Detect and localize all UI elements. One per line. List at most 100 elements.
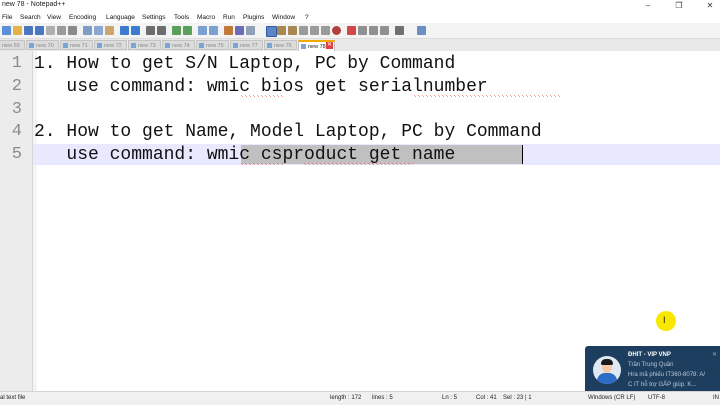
redo-icon[interactable] — [131, 26, 140, 35]
replace-icon[interactable] — [157, 26, 166, 35]
mouse-cursor-highlight: I — [656, 311, 676, 331]
toolbar — [0, 23, 720, 39]
tab-new-72[interactable]: new 72 — [94, 40, 127, 50]
file-icon — [199, 43, 204, 48]
chat-notification[interactable]: ĐHIT - VIP VNP ✕ Trần Trung Quân Hra mã … — [585, 346, 720, 396]
menu-run[interactable]: Run — [223, 14, 235, 21]
save-macro-icon[interactable] — [380, 26, 389, 35]
menu-language[interactable]: Language — [106, 14, 135, 21]
show-all-chars-icon[interactable] — [235, 26, 244, 35]
text-caret — [522, 145, 523, 164]
tab-new-73[interactable]: new 73 — [128, 40, 161, 50]
file-icon — [301, 44, 306, 49]
menu-bar: File Search View Encoding Language Setti… — [0, 12, 720, 23]
undo-icon[interactable] — [120, 26, 129, 35]
zoom-out-icon[interactable] — [183, 26, 192, 35]
line-number: 2 — [11, 77, 22, 96]
status-file-type: al text file — [0, 395, 26, 401]
tab-new-76[interactable]: new 76 — [264, 40, 297, 50]
line-number: 1 — [11, 54, 22, 73]
menu-window[interactable]: Window — [272, 14, 295, 21]
sync-horizontal-icon[interactable] — [209, 26, 218, 35]
editor-line-2[interactable]: use command: wmic bios get serialnumber — [34, 77, 487, 97]
stop-macro-icon[interactable] — [347, 26, 356, 35]
play-macro-icon[interactable] — [358, 26, 367, 35]
editor-line-1[interactable]: 1. How to get S/N Laptop, PC by Command — [34, 54, 455, 74]
status-bar: al text file length : 172 lines : 5 Ln :… — [0, 391, 720, 405]
tab-new-77[interactable]: new 77 — [230, 40, 263, 50]
tab-new-70[interactable]: new 70 — [26, 40, 59, 50]
menu-encoding[interactable]: Encoding — [69, 14, 96, 21]
tab-new-74[interactable]: new 74 — [162, 40, 195, 50]
open-file-icon[interactable] — [13, 26, 22, 35]
print-icon[interactable] — [68, 26, 77, 35]
new-file-icon[interactable] — [2, 26, 11, 35]
minimize-icon[interactable]: – — [640, 0, 656, 12]
line-number: 4 — [11, 122, 22, 141]
save-all-icon[interactable] — [35, 26, 44, 35]
close-icon[interactable]: ✕ — [702, 0, 718, 12]
line-number: 5 — [11, 145, 22, 164]
indent-guide-icon[interactable] — [246, 26, 255, 35]
menu-view[interactable]: View — [47, 14, 61, 21]
fold-margin[interactable] — [33, 51, 37, 391]
status-eol[interactable]: Windows (CR LF) — [588, 395, 635, 401]
close-file-icon[interactable] — [46, 26, 55, 35]
status-length: length : 172 — [330, 395, 362, 401]
copy-icon[interactable] — [94, 26, 103, 35]
run-macro-multiple-icon[interactable] — [369, 26, 378, 35]
avatar — [593, 356, 621, 384]
menu-settings[interactable]: Settings — [142, 14, 166, 21]
close-tab-icon[interactable]: ✕ — [326, 42, 333, 49]
abc-spell-icon[interactable] — [417, 26, 426, 35]
tab-new-71[interactable]: new 71 — [60, 40, 93, 50]
menu-help[interactable]: ? — [305, 14, 309, 21]
editor-area[interactable]: 1 2 3 4 5 1. How to get S/N Laptop, PC b… — [0, 51, 720, 391]
close-all-icon[interactable] — [57, 26, 66, 35]
menu-plugins[interactable]: Plugins — [243, 14, 264, 21]
mouse-pointer-icon: I — [663, 315, 666, 325]
spellcheck-icon[interactable] — [395, 26, 404, 35]
line-number-gutter: 1 2 3 4 5 — [0, 51, 33, 391]
editor-line-5[interactable]: use command: wmic csproduct get name — [34, 145, 455, 165]
tab-new-69[interactable]: new 69 — [0, 40, 25, 50]
tab-new-75[interactable]: new 75 — [196, 40, 229, 50]
paste-icon[interactable] — [105, 26, 114, 35]
folder-workspace-icon[interactable] — [288, 26, 297, 35]
find-icon[interactable] — [146, 26, 155, 35]
maximize-icon[interactable]: ❐ — [671, 0, 687, 12]
close-notification-icon[interactable]: ✕ — [712, 351, 717, 358]
cut-icon[interactable] — [83, 26, 92, 35]
notification-title: ĐHIT - VIP VNP — [628, 352, 671, 358]
word-wrap-icon[interactable] — [224, 26, 233, 35]
spellcheck-underline — [240, 163, 285, 165]
menu-tools[interactable]: Tools — [174, 14, 189, 21]
file-icon — [63, 43, 68, 48]
doc-map-icon[interactable] — [266, 26, 277, 37]
panel-icon[interactable] — [310, 26, 319, 35]
status-ln: Ln : 5 — [442, 395, 458, 401]
editor-line-4[interactable]: 2. How to get Name, Model Laptop, PC by … — [34, 122, 542, 142]
status-lines: lines : 5 — [372, 395, 393, 401]
status-sel: Sel : 23 | 1 — [503, 395, 532, 401]
menu-file[interactable]: File — [2, 14, 12, 21]
panel2-icon[interactable] — [321, 26, 330, 35]
menu-macro[interactable]: Macro — [197, 14, 215, 21]
file-icon — [97, 43, 102, 48]
save-icon[interactable] — [24, 26, 33, 35]
function-list-icon[interactable] — [277, 26, 286, 35]
menu-search[interactable]: Search — [20, 14, 41, 21]
spellcheck-underline — [413, 95, 560, 97]
record-macro-icon[interactable] — [332, 26, 341, 35]
file-icon — [233, 43, 238, 48]
line-number: 3 — [11, 100, 22, 119]
status-encoding[interactable]: UTF-8 — [648, 395, 665, 401]
file-icon — [165, 43, 170, 48]
sync-vertical-icon[interactable] — [198, 26, 207, 35]
zoom-in-icon[interactable] — [172, 26, 181, 35]
status-col: Col : 41 — [476, 395, 497, 401]
file-icon — [131, 43, 136, 48]
monitoring-icon[interactable] — [299, 26, 308, 35]
tab-new-78[interactable]: new 78 ✕ — [298, 40, 335, 51]
notification-sender: Trần Trung Quân — [628, 362, 674, 368]
